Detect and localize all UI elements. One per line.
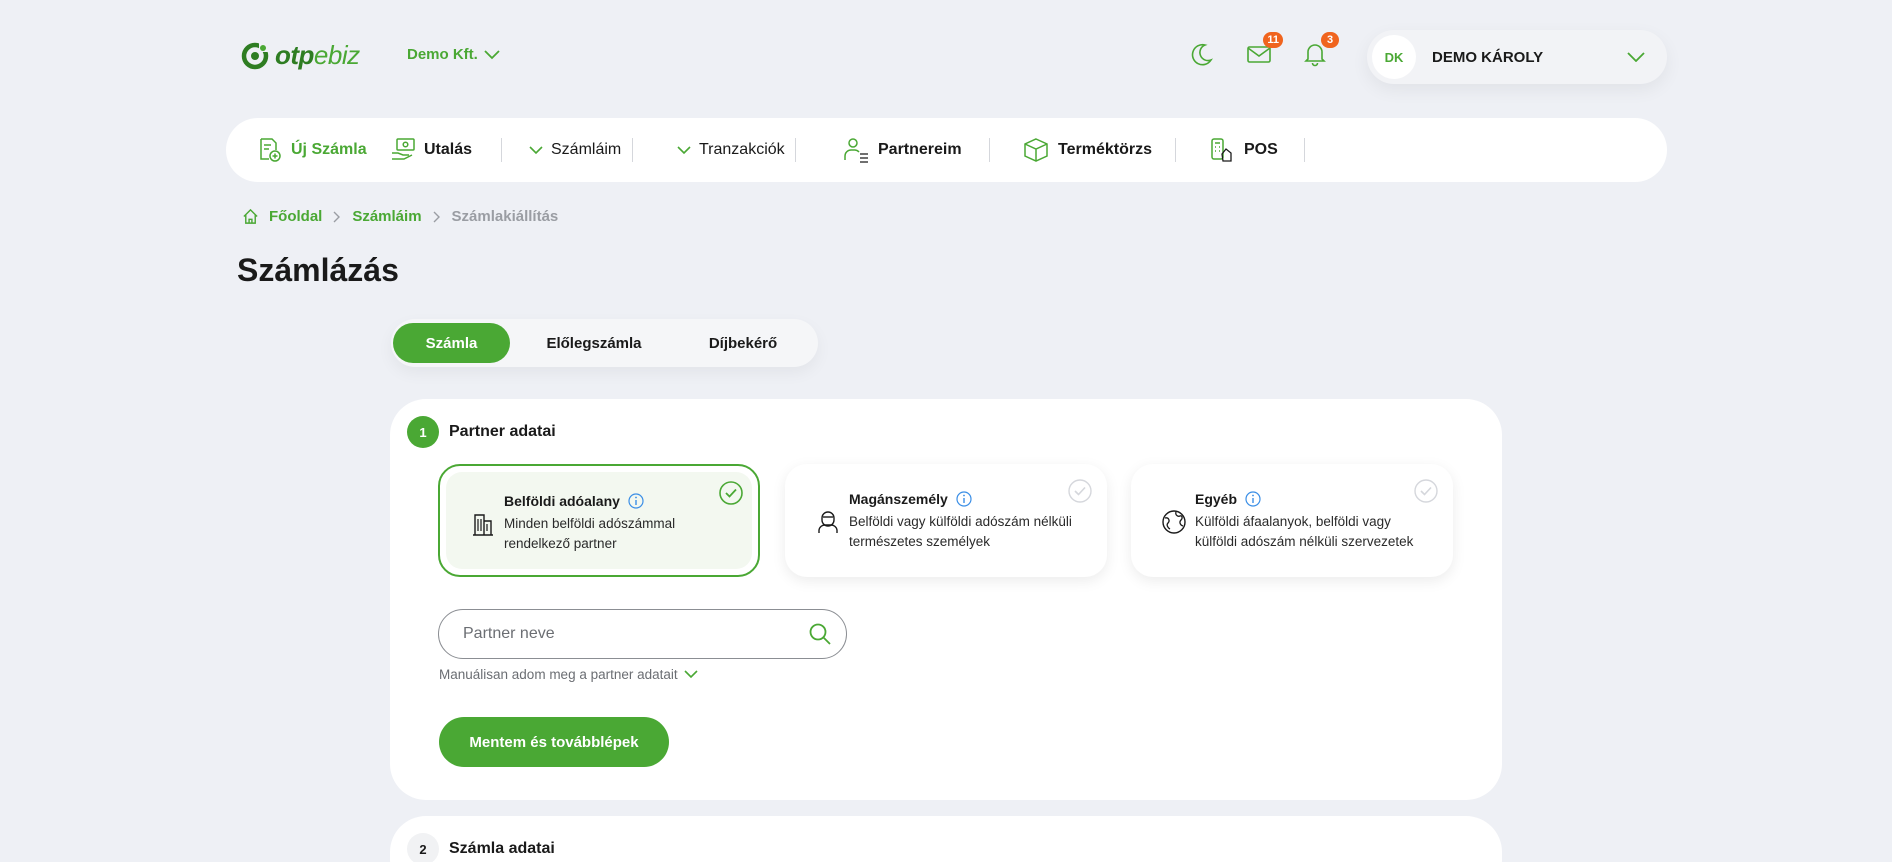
- nav-transactions-label: Tranzakciók: [699, 141, 785, 158]
- invoice-data-card: [390, 816, 1502, 862]
- avatar: DK: [1372, 35, 1416, 79]
- transfer-icon: [392, 138, 415, 160]
- option-private-person[interactable]: Magánszemély Belföldi vagy külföldi adós…: [785, 464, 1107, 577]
- globe-icon: [1162, 510, 1186, 534]
- option-title-wrap: Egyéb: [1195, 491, 1261, 507]
- chevron-down-icon: [1627, 52, 1645, 62]
- step-number: 2: [407, 833, 439, 862]
- option-description: Minden belföldi adószámmal rendelkező pa…: [504, 516, 676, 551]
- check-circle-icon: [719, 481, 743, 505]
- step-title: Számla adatai: [449, 840, 555, 857]
- info-icon[interactable]: [1245, 491, 1261, 507]
- step-2-header: 2 Számla adatai: [407, 833, 555, 862]
- company-name: Demo Kft.: [407, 46, 478, 63]
- otpebiz-logo[interactable]: otpebiz: [241, 40, 360, 71]
- option-description: Külföldi áfaalanyok, belföldi vagy külfö…: [1195, 514, 1414, 549]
- nav-new-invoice[interactable]: Új Számla: [257, 118, 367, 182]
- info-icon[interactable]: [956, 491, 972, 507]
- nav-divider: [989, 138, 990, 162]
- home-icon[interactable]: [242, 208, 259, 225]
- messages-badge: 11: [1263, 32, 1283, 48]
- nav-divider: [1304, 138, 1305, 162]
- user-menu[interactable]: DK DEMO KÁROLY: [1367, 30, 1667, 84]
- notifications-badge: 3: [1321, 32, 1339, 48]
- option-title: Egyéb: [1195, 491, 1238, 507]
- tab-advance-invoice[interactable]: Előlegszámla: [524, 323, 664, 363]
- messages-button[interactable]: 11: [1245, 32, 1283, 68]
- breadcrumb-current: Számlakiállítás: [451, 208, 559, 225]
- notifications-button[interactable]: 3: [1301, 32, 1339, 68]
- nav-transfer-label: Utalás: [424, 141, 473, 158]
- partners-icon: [844, 138, 868, 163]
- step-number: 1: [407, 416, 439, 448]
- breadcrumb-invoices[interactable]: Számláim: [352, 208, 421, 225]
- save-and-continue-button[interactable]: Mentem és továbblépek: [439, 717, 669, 767]
- chevron-right-icon: [333, 211, 341, 222]
- tab-fee-request[interactable]: Díjbekérő: [673, 323, 813, 363]
- nav-divider: [795, 138, 796, 162]
- pos-terminal-icon: [1211, 138, 1232, 162]
- step-1-header: 1 Partner adatai: [407, 416, 556, 448]
- nav-pos[interactable]: POS: [1208, 118, 1278, 182]
- nav-transfer[interactable]: Utalás: [390, 118, 472, 182]
- company-selector[interactable]: Demo Kft.: [407, 46, 500, 63]
- nav-divider: [632, 138, 633, 162]
- option-title: Belföldi adóalany: [504, 493, 620, 509]
- top-header: otpebiz Demo Kft. 11 3 DK DEMO KÁROLY: [0, 0, 1892, 112]
- nav-partners-label: Partnereim: [878, 141, 962, 158]
- info-icon[interactable]: [628, 493, 644, 509]
- option-description: Belföldi vagy külföldi adószám nélküli t…: [849, 514, 1072, 549]
- breadcrumb-home[interactable]: Főoldal: [269, 208, 322, 225]
- breadcrumb: Főoldal Számláim Számlakiállítás: [242, 208, 558, 225]
- nav-transactions[interactable]: Tranzakciók: [677, 118, 785, 182]
- nav-pos-label: POS: [1244, 141, 1278, 158]
- logo-text: otpebiz: [275, 40, 360, 70]
- building-icon: [473, 514, 493, 536]
- nav-new-invoice-label: Új Számla: [291, 141, 367, 158]
- person-icon: [818, 511, 838, 533]
- nav-products[interactable]: Terméktörzs: [1022, 118, 1152, 182]
- nav-divider: [1175, 138, 1176, 162]
- nav-invoices[interactable]: Számláim: [529, 118, 621, 182]
- user-name: DEMO KÁROLY: [1432, 48, 1544, 66]
- new-invoice-icon: [260, 138, 281, 162]
- box-icon: [1024, 138, 1048, 162]
- manual-entry-label: Manuálisan adom meg a partner adatait: [439, 667, 678, 682]
- search-icon[interactable]: [808, 622, 832, 646]
- partner-name-input[interactable]: [463, 610, 783, 657]
- main-nav: Új Számla Utalás Számláim Tranzakciók Pa…: [226, 118, 1667, 182]
- moon-icon: [1191, 43, 1213, 66]
- option-title-wrap: Magánszemély: [849, 491, 972, 507]
- manual-entry-toggle[interactable]: Manuálisan adom meg a partner adatait: [439, 667, 698, 682]
- option-other[interactable]: Egyéb Külföldi áfaalanyok, belföldi vagy…: [1131, 464, 1453, 577]
- page-title: Számlázás: [237, 252, 399, 288]
- nav-invoices-label: Számláim: [551, 141, 622, 158]
- dark-mode-toggle[interactable]: [1188, 40, 1216, 68]
- nav-partners[interactable]: Partnereim: [842, 118, 962, 182]
- invoice-type-tabs: Számla Előlegszámla Díjbekérő: [391, 319, 818, 367]
- option-title-wrap: Belföldi adóalany: [504, 493, 644, 509]
- option-domestic-taxpayer[interactable]: Belföldi adóalany Minden belföldi adószá…: [438, 464, 760, 577]
- nav-divider: [501, 138, 502, 162]
- nav-products-label: Terméktörzs: [1058, 141, 1152, 158]
- logo-mark-icon: [241, 42, 269, 69]
- check-circle-icon: [1068, 479, 1092, 503]
- option-title: Magánszemély: [849, 491, 948, 507]
- tab-invoice[interactable]: Számla: [393, 323, 510, 363]
- chevron-right-icon: [433, 211, 440, 222]
- step-title: Partner adatai: [449, 423, 556, 440]
- chevron-down-icon: [529, 145, 543, 154]
- chevron-down-icon: [684, 670, 698, 679]
- check-circle-icon: [1414, 479, 1438, 503]
- chevron-down-icon: [484, 49, 500, 59]
- chevron-down-icon: [677, 145, 691, 154]
- partner-search: [438, 609, 847, 659]
